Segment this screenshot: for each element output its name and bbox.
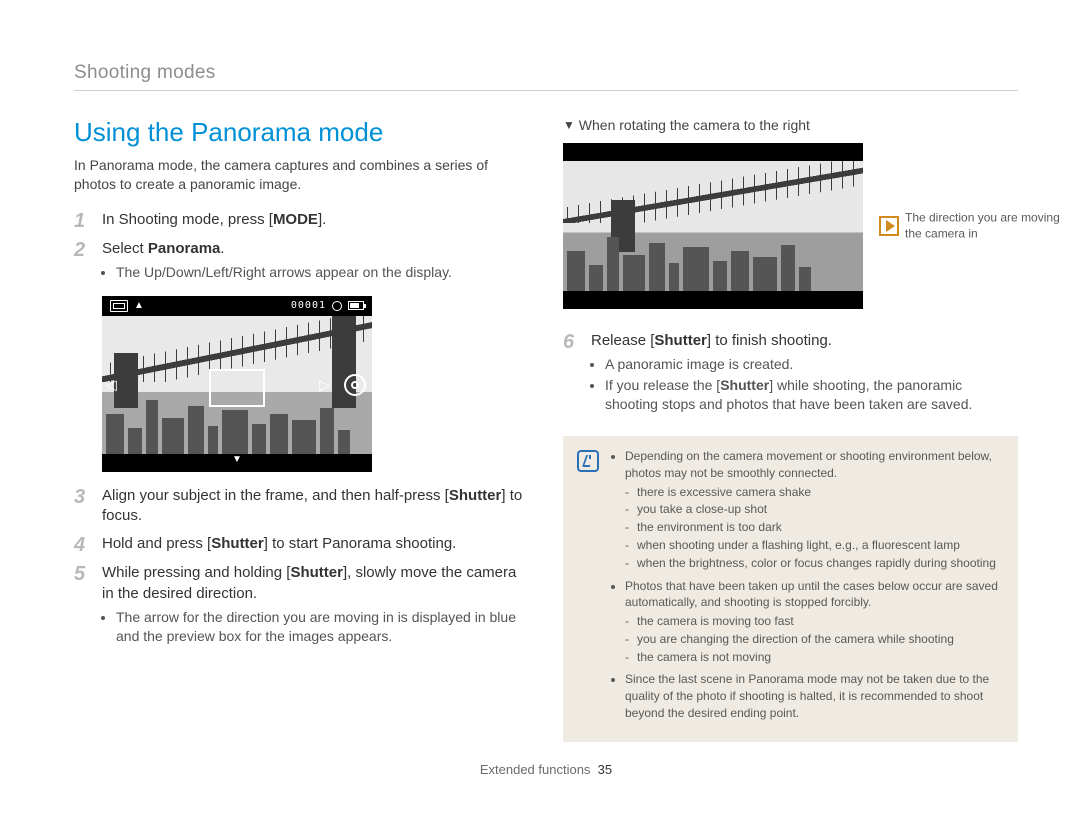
flash-icon: [332, 301, 342, 311]
step-1: 1 In Shooting mode, press [MODE].: [74, 210, 529, 231]
camera-display-figure-2: The direction you are moving the camera …: [563, 143, 863, 309]
right-column: ▼ When rotating the camera to the right …: [563, 117, 1018, 742]
shutter-label: Shutter: [290, 564, 343, 581]
step-text: Hold and press [: [102, 535, 211, 552]
camera-display-figure: ▲ 00001: [102, 296, 372, 472]
display-topbar: ▲ 00001: [102, 296, 372, 316]
step-text-tail: .: [220, 240, 224, 257]
panorama-icon: [344, 374, 366, 396]
page-footer: Extended functions 35: [74, 762, 1018, 777]
note-content: Depending on the camera movement or shoo…: [611, 448, 1004, 728]
note-box: Depending on the camera movement or shoo…: [563, 436, 1018, 742]
focus-box: [209, 369, 265, 407]
left-column: Using the Panorama mode In Panorama mode…: [74, 117, 529, 742]
footer-section: Extended functions: [480, 762, 591, 777]
mode-icon: [110, 300, 128, 312]
step-2: 2 Select Panorama. The Up/Down/Left/Righ…: [74, 239, 529, 288]
left-arrow-icon: ◁: [106, 376, 117, 393]
note-subitem: the environment is too dark: [625, 519, 1004, 536]
step-text: In Shooting mode, press [: [102, 211, 273, 228]
two-column-layout: Using the Panorama mode In Panorama mode…: [74, 117, 1018, 742]
chapter-heading: Shooting modes: [74, 62, 1018, 84]
step-text: Select: [102, 240, 148, 257]
down-arrow-icon: ▼: [232, 454, 242, 465]
panorama-label: Panorama: [148, 240, 221, 257]
scene-preview: ◁ ▷: [102, 316, 372, 454]
step-sub: The Up/Down/Left/Right arrows appear on …: [116, 263, 529, 282]
note-subitem: when shooting under a flashing light, e.…: [625, 537, 1004, 554]
step-sub: If you release the [Shutter] while shoot…: [605, 376, 1018, 414]
step-6: 6 Release [Shutter] to finish shooting. …: [563, 331, 1018, 420]
note-subitem: the camera is not moving: [625, 649, 1004, 666]
step-number: 1: [74, 210, 102, 231]
note-item: Since the last scene in Panorama mode ma…: [625, 671, 1004, 721]
step-text-tail: ].: [318, 211, 326, 228]
section-title: Using the Panorama mode: [74, 117, 529, 148]
up-arrow-icon: ▲: [134, 300, 144, 311]
step-sub: The arrow for the direction you are movi…: [116, 608, 529, 646]
scene-preview: [563, 161, 863, 291]
step-5: 5 While pressing and holding [Shutter], …: [74, 563, 529, 651]
steps-list-cont: 3 Align your subject in the frame, and t…: [74, 486, 529, 652]
letterbox-top: [563, 143, 863, 161]
step-text-tail: ] to finish shooting.: [707, 332, 832, 349]
figure-caption: When rotating the camera to the right: [579, 117, 810, 133]
manual-page: Shooting modes Using the Panorama mode I…: [0, 0, 1080, 777]
shutter-label: Shutter: [211, 535, 264, 552]
note-subitem: you take a close-up shot: [625, 501, 1004, 518]
step-text-tail: ] to start Panorama shooting.: [264, 535, 457, 552]
note-subitem: you are changing the direction of the ca…: [625, 631, 1004, 648]
step-text: Align your subject in the frame, and the…: [102, 487, 449, 504]
note-subitem: when the brightness, color or focus chan…: [625, 555, 1004, 572]
note-item: Depending on the camera movement or shoo…: [625, 448, 1004, 572]
caption-triangle-icon: ▼: [563, 118, 575, 132]
note-subitem: the camera is moving too fast: [625, 613, 1004, 630]
intro-paragraph: In Panorama mode, the camera captures an…: [74, 156, 529, 194]
note-item: Photos that have been taken up until the…: [625, 578, 1004, 666]
display-bottombar: ▼: [102, 454, 372, 472]
step-text: Release [: [591, 332, 654, 349]
steps-list: 1 In Shooting mode, press [MODE]. 2 Sele…: [74, 210, 529, 288]
mode-key: MODE: [273, 211, 318, 228]
divider: [74, 90, 1018, 91]
step-number: 6: [563, 331, 591, 420]
direction-callout: The direction you are moving the camera …: [905, 210, 1075, 241]
note-icon: [577, 450, 599, 472]
step-4: 4 Hold and press [Shutter] to start Pano…: [74, 534, 529, 555]
bridge-cable-graphic: [563, 161, 863, 223]
shutter-label: Shutter: [654, 332, 707, 349]
shutter-label: Shutter: [720, 377, 769, 393]
step-number: 5: [74, 563, 102, 651]
direction-play-icon: [879, 216, 899, 236]
page-number: 35: [598, 762, 612, 777]
step-3: 3 Align your subject in the frame, and t…: [74, 486, 529, 527]
steps-list-right: 6 Release [Shutter] to finish shooting. …: [563, 331, 1018, 420]
step-number: 4: [74, 534, 102, 555]
step-number: 3: [74, 486, 102, 527]
note-subitem: there is excessive camera shake: [625, 484, 1004, 501]
skyline-graphic: [563, 234, 863, 291]
step-text: While pressing and holding [: [102, 564, 290, 581]
letterbox-bottom: [563, 291, 863, 309]
photo-counter: 00001: [291, 300, 326, 311]
shutter-label: Shutter: [449, 487, 502, 504]
step-sub: A panoramic image is created.: [605, 355, 1018, 374]
battery-icon: [348, 301, 364, 310]
step-number: 2: [74, 239, 102, 288]
right-arrow-icon: ▷: [319, 376, 330, 393]
